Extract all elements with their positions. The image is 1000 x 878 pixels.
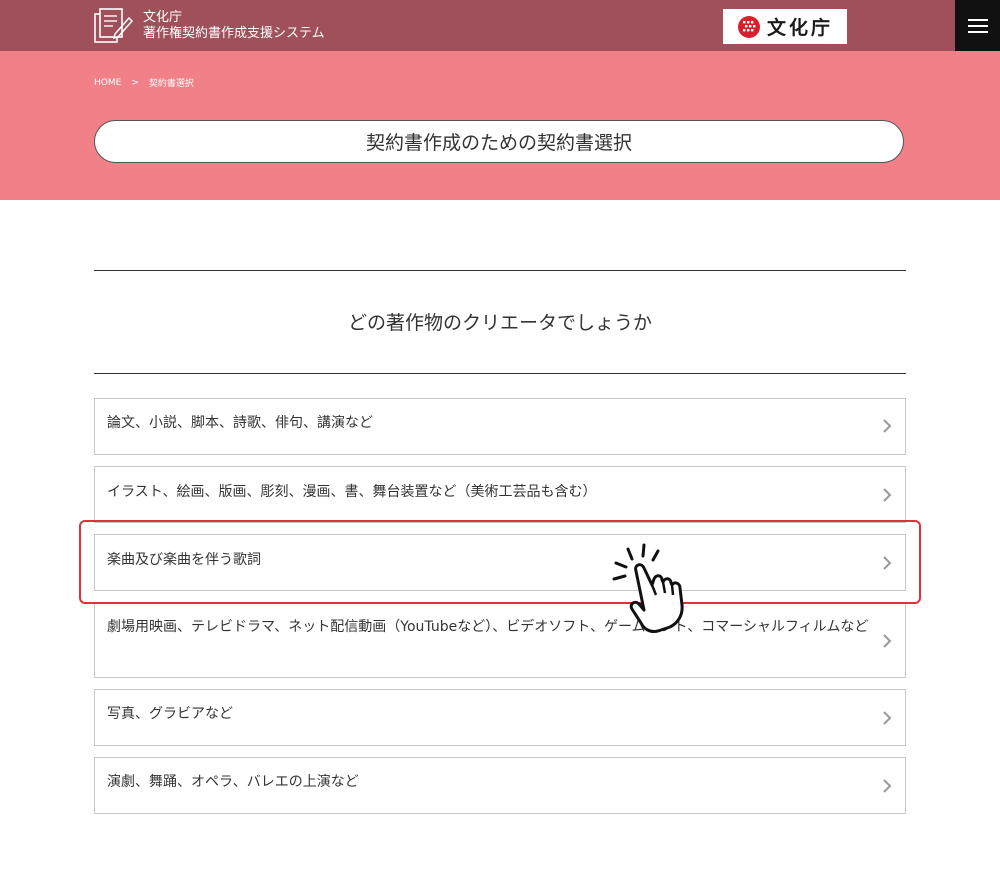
hamburger-menu-button[interactable] [955,0,1000,51]
option-performance[interactable]: 演劇、舞踊、オペラ、バレエの上演など [94,757,906,814]
option-label: 劇場用映画、テレビドラマ、ネット配信動画（YouTubeなど）、ビデオソフト、ゲ… [107,619,869,635]
brand-title: 文化庁 [143,10,183,25]
agency-logo[interactable]: 文化庁 [723,9,847,44]
option-art[interactable]: イラスト、絵画、版画、彫刻、漫画、書、舞台装置など（美術工芸品も含む） [94,466,906,523]
brand-subtitle: 著作権契約書作成支援システム [143,26,325,41]
option-literary[interactable]: 論文、小説、脚本、詩歌、俳句、講演など [94,398,906,455]
selection-highlight [79,520,921,604]
agency-emblem-icon [737,15,760,38]
site-brand[interactable]: 文化庁 著作権契約書作成支援システム [93,6,325,46]
page-title: 契約書作成のための契約書選択 [94,120,904,163]
chevron-right-icon [883,419,892,433]
top-header: 文化庁 著作権契約書作成支援システム 文化庁 [0,0,1000,51]
hero-band: HOME > 契約書選択 契約書作成のための契約書選択 [0,51,1000,200]
hamburger-icon-bar [967,18,988,21]
pointing-hand-icon [612,543,684,633]
breadcrumb-home-link[interactable]: HOME [94,78,121,88]
option-label: 演劇、舞踊、オペラ、バレエの上演など [107,774,359,790]
breadcrumb-separator: > [131,77,139,88]
chevron-right-icon [883,488,892,502]
logo-wordmark: 文化庁 [766,17,833,39]
option-video[interactable]: 劇場用映画、テレビドラマ、ネット配信動画（YouTubeなど）、ビデオソフト、ゲ… [94,603,906,678]
question-heading: どの著作物のクリエータでしょうか [347,312,652,334]
breadcrumb-current: 契約書選択 [148,79,194,89]
option-label: 論文、小説、脚本、詩歌、俳句、講演など [107,415,373,431]
divider-bottom [94,373,906,374]
divider-top [94,270,906,271]
chevron-right-icon [883,711,892,725]
chevron-right-icon [883,779,892,793]
option-label: イラスト、絵画、版画、彫刻、漫画、書、舞台装置など（美術工芸品も含む） [107,484,597,500]
document-icon [94,8,133,43]
breadcrumb: HOME > 契約書選択 [94,76,194,90]
option-photo[interactable]: 写真、グラビアなど [94,689,906,746]
hamburger-icon-bar [967,24,988,27]
hamburger-icon-bar [967,30,988,33]
option-label: 写真、グラビアなど [107,706,233,722]
chevron-right-icon [883,634,892,648]
